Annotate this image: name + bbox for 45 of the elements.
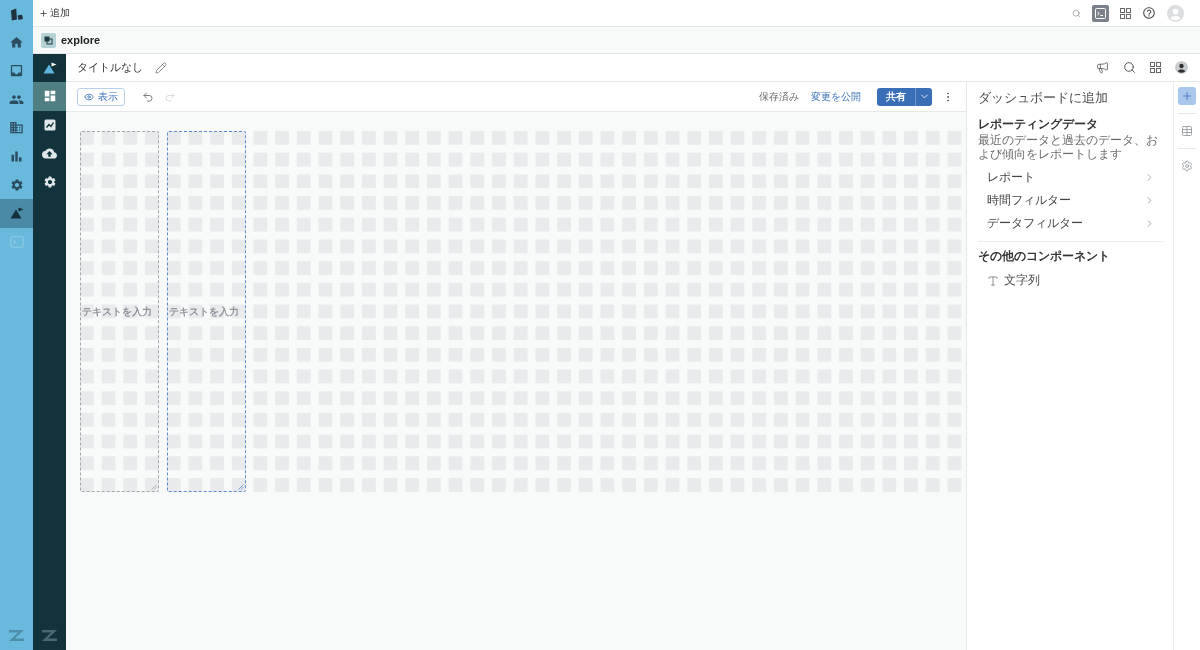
settings-icon (42, 174, 57, 189)
line-chart-icon (43, 118, 56, 131)
triangle-flag-icon (42, 62, 57, 74)
settings-icon (1181, 160, 1193, 172)
menu-item[interactable]: データフィルター (978, 212, 1163, 235)
section-heading: レポーティングデータ (978, 117, 1099, 132)
app-icon (41, 32, 56, 48)
resize-handle-icon[interactable] (151, 484, 158, 490)
pencil-icon[interactable] (155, 61, 167, 74)
section-heading: その他のコンポーネント (978, 249, 1111, 264)
menu-item[interactable]: レポート (978, 166, 1163, 189)
avatar-icon[interactable] (1175, 61, 1188, 74)
logo-icon (9, 7, 24, 21)
menu-item[interactable]: 時間フィルター (978, 189, 1163, 212)
terminal-icon[interactable] (1092, 4, 1109, 22)
share-button[interactable]: 共有 (877, 87, 915, 106)
eye-icon (84, 91, 94, 102)
text-input-field[interactable]: テキストを入力 (81, 306, 159, 317)
add-button[interactable]: 追加 (39, 6, 70, 20)
view-button[interactable]: 表示 (77, 87, 125, 106)
table-icon (1181, 125, 1193, 137)
plus-icon (39, 8, 48, 18)
text-type-icon (987, 274, 999, 287)
grid-icon[interactable] (1120, 7, 1131, 19)
search-icon[interactable] (1123, 61, 1136, 74)
dashboard-title: タイトルなし (77, 60, 143, 75)
publish-link[interactable]: 変更を公開 (811, 89, 861, 104)
panel-title: ダッシュボードに追加 (978, 90, 1109, 106)
component-item[interactable]: 文字列 (978, 269, 1163, 292)
grid-icon[interactable] (1150, 62, 1161, 73)
share-dropdown-button[interactable] (915, 87, 932, 106)
z-logo-icon (8, 629, 25, 641)
text-widget[interactable]: テキストを入力 (80, 131, 160, 492)
text-widget[interactable]: テキストを入力 (166, 131, 246, 492)
save-status: 保存済み (759, 89, 799, 104)
dashboard-icon (42, 89, 57, 104)
help-icon[interactable] (1142, 6, 1156, 20)
z-logo-icon (41, 629, 58, 641)
plus-icon (1181, 90, 1193, 102)
undo-icon[interactable] (142, 90, 154, 103)
megaphone-icon[interactable] (1096, 61, 1109, 74)
app-name: explore (61, 34, 101, 46)
section-description: 最近のデータと過去のデータ、および傾向をレポートします (978, 133, 1159, 161)
resize-handle-icon[interactable] (237, 484, 244, 490)
text-input-field[interactable]: テキストを入力 (167, 306, 245, 317)
